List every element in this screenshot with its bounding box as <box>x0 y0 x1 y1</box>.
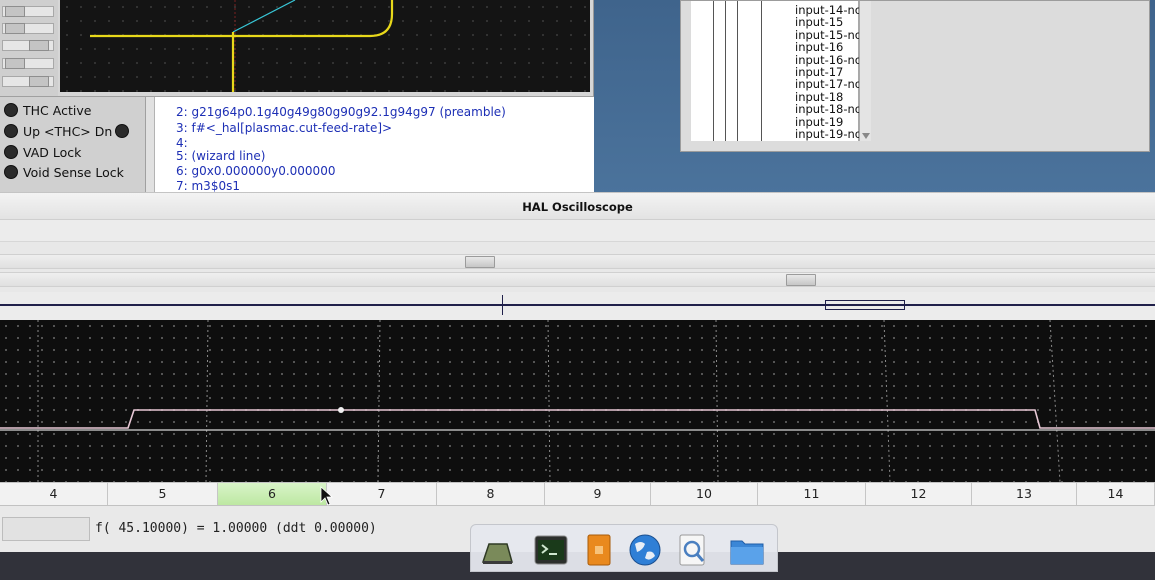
slider-knob[interactable] <box>29 40 49 51</box>
scroll-down-arrow-icon[interactable] <box>860 1 872 141</box>
gcode-line[interactable]: 3: f#<_hal[plasmac.cut-feed-rate]> <box>176 121 392 135</box>
led-label: Up <THC> Dn <box>23 123 113 139</box>
zoom-slider-knob[interactable] <box>465 256 495 268</box>
position-slider-knob[interactable] <box>786 274 816 286</box>
mouse-pointer-icon <box>320 486 334 506</box>
grid-division-line <box>547 320 551 482</box>
hal-configuration-window: input-14-not input-15 input-15-not input-16… <box>680 0 1150 152</box>
scope-toolbar <box>0 220 1155 242</box>
led-indicator <box>4 145 18 159</box>
zoom-slider[interactable] <box>0 254 1155 269</box>
override-slider[interactable] <box>2 58 54 69</box>
gcode-line[interactable]: 5: (wizard line) <box>176 149 265 163</box>
led-row-vad-lock: VAD Lock <box>4 142 81 162</box>
led-indicator <box>4 103 18 117</box>
gcode-listing[interactable]: 2: g21g64p0.1g40g49g80g90g92.1g94g97 (pr… <box>145 96 594 193</box>
grid-label-12[interactable]: 12 <box>866 483 972 505</box>
record-overview[interactable] <box>0 292 1155 320</box>
hal-oscilloscope-window: HAL Oscilloscope 4 5 6 7 8 9 10 11 12 13 14 f( 45.… <box>0 192 1155 552</box>
plasma-icon[interactable] <box>479 532 515 568</box>
led-indicator <box>4 165 18 179</box>
grid-division-line <box>1049 320 1061 482</box>
gcode-line[interactable]: 4: <box>176 136 188 150</box>
window-title: HAL Oscilloscope <box>0 192 1155 220</box>
preview-rapid-line <box>232 0 296 33</box>
slider-knob[interactable] <box>5 23 25 34</box>
channel-trace <box>0 409 1155 429</box>
hal-pin-tree[interactable]: input-14-not input-15 input-15-not input-16… <box>691 1 866 141</box>
led-indicator <box>115 124 130 138</box>
waveform-canvas <box>0 320 1155 482</box>
time-division-labels: 4 5 6 7 8 9 10 11 12 13 14 <box>0 482 1155 506</box>
tree-branch <box>761 1 762 141</box>
grid-label-4[interactable]: 4 <box>0 483 108 505</box>
led-label: VAD Lock <box>23 144 82 160</box>
grid-label-11[interactable]: 11 <box>758 483 866 505</box>
grid-division-line <box>205 320 209 482</box>
override-sliders <box>0 0 58 96</box>
led-row-void-sense: Void Sense Lock <box>4 162 124 182</box>
application-dock <box>470 524 778 572</box>
override-slider[interactable] <box>2 40 54 51</box>
scope-value-entry[interactable] <box>2 517 90 541</box>
waveform-display[interactable] <box>0 320 1155 482</box>
grid-label-5[interactable]: 5 <box>108 483 218 505</box>
grid-label-14[interactable]: 14 <box>1077 483 1155 505</box>
slider-knob[interactable] <box>29 76 49 87</box>
trace-cursor-dot <box>338 407 344 413</box>
preview-path-corner <box>369 0 394 38</box>
grid-label-8[interactable]: 8 <box>437 483 545 505</box>
override-slider[interactable] <box>2 6 54 17</box>
led-indicator <box>4 124 18 138</box>
slider-knob[interactable] <box>5 6 25 17</box>
thc-status-panel: THC Active Up <THC> Dn VAD Lock Void Sen… <box>0 96 145 193</box>
grid-label-9[interactable]: 9 <box>545 483 651 505</box>
grid-label-7[interactable]: 7 <box>327 483 437 505</box>
gcode-scrollbar[interactable] <box>146 97 155 193</box>
grid-division-line <box>883 320 891 482</box>
search-icon[interactable] <box>675 532 711 568</box>
trigger-marker <box>502 295 503 315</box>
browser-globe-icon[interactable] <box>627 532 663 568</box>
toolpath-drawing <box>90 0 394 92</box>
grid-division-line <box>377 320 381 482</box>
archive-icon[interactable] <box>581 532 617 568</box>
grid-label-10[interactable]: 10 <box>651 483 758 505</box>
led-row-thc-active: THC Active <box>4 100 91 120</box>
hal-pin-item[interactable]: input-19-not <box>795 127 866 141</box>
led-label: Void Sense Lock <box>23 164 124 180</box>
override-slider[interactable] <box>2 23 54 34</box>
record-timeline <box>0 304 1155 306</box>
grid-label-13[interactable]: 13 <box>972 483 1077 505</box>
led-label: THC Active <box>23 102 92 118</box>
led-row-up-dn: Up <THC> Dn <box>4 121 130 141</box>
hal-tree-scrollbar[interactable] <box>859 1 871 141</box>
tree-branch <box>737 1 738 141</box>
view-window-marker[interactable] <box>825 300 905 310</box>
gcode-line[interactable]: 7: m3$0s1 <box>176 179 240 193</box>
terminal-icon[interactable] <box>533 532 569 568</box>
override-slider[interactable] <box>2 76 54 87</box>
gcode-line[interactable]: 2: g21g64p0.1g40g49g80g90g92.1g94g97 (pr… <box>176 105 506 119</box>
gcode-line[interactable]: 6: g0x0.000000y0.000000 <box>176 164 335 178</box>
grid-division-line <box>715 320 719 482</box>
slider-knob[interactable] <box>5 58 25 69</box>
grid-label-6[interactable]: 6 <box>218 483 327 505</box>
folder-icon[interactable] <box>729 532 765 568</box>
position-slider[interactable] <box>0 272 1155 287</box>
tree-branch <box>713 1 714 141</box>
tree-branch <box>725 1 726 141</box>
cursor-readout: f( 45.10000) = 1.00000 (ddt 0.00000) <box>95 521 377 536</box>
toolpath-preview[interactable] <box>60 0 590 92</box>
